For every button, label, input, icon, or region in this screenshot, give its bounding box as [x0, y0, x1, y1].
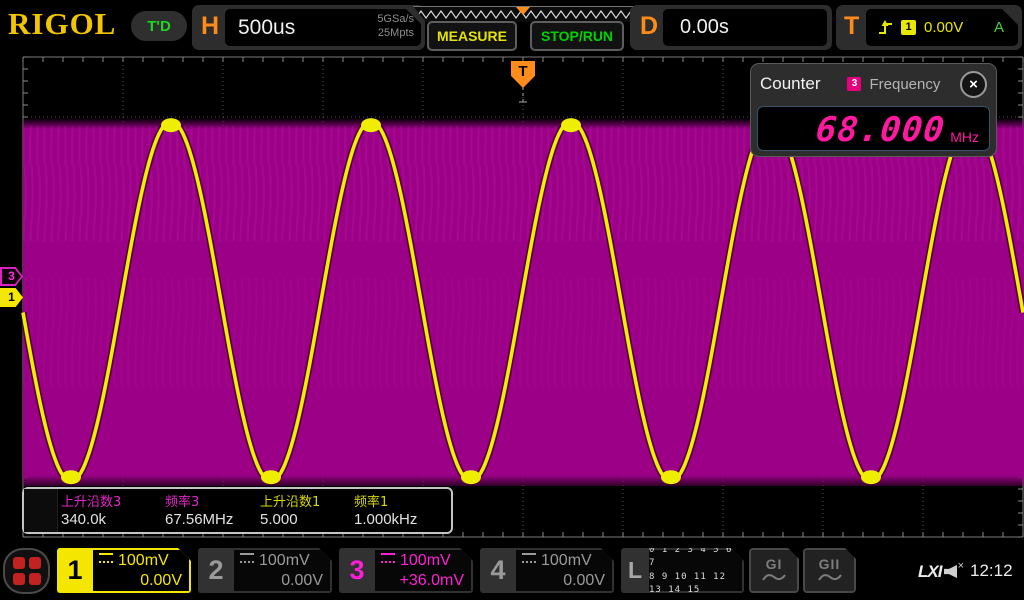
channel-values: 100mV 0.00V	[234, 550, 330, 591]
trigger-sweep-mode: A	[994, 19, 1004, 36]
dc-coupling-icon	[240, 553, 254, 563]
stop-run-button[interactable]: STOP/RUN	[530, 21, 624, 51]
measurement-item: 上升沿数3 340.0k	[58, 489, 162, 532]
logic-analyzer-label: L	[621, 548, 649, 593]
generator-1-label: GI	[766, 557, 783, 571]
menu-button[interactable]	[3, 548, 50, 594]
counter-value: 68.000	[815, 113, 947, 147]
window-position-marker-icon	[516, 7, 530, 15]
measurement-item: 频率3 67.56MHz	[162, 489, 257, 532]
channel-scale: 100mV	[259, 552, 310, 569]
rigol-logo: RIGOL	[8, 6, 116, 42]
digital-channels-row1: 0 1 2 3 4 5 6 7	[649, 544, 742, 571]
channel-number: 2	[198, 548, 234, 593]
dc-coupling-icon	[99, 553, 113, 563]
counter-mode: Frequency	[869, 76, 940, 93]
horizontal-label: H	[201, 12, 219, 41]
oscilloscope-screen: RIGOL T'D H 500us 5GSa/s 25Mpts MEASURE …	[0, 0, 1024, 600]
measurement-panel[interactable]: 上升沿数3 340.0k 频率3 67.56MHz 上升沿数1 5.000 频率…	[22, 487, 453, 534]
memory-depth: 25Mpts	[377, 26, 414, 40]
measurement-value: 1.000kHz	[354, 511, 450, 528]
measurement-item: 频率1 1.000kHz	[351, 489, 450, 532]
channel-scale: 100mV	[400, 552, 451, 569]
channel-scale: 100mV	[118, 552, 169, 569]
lxi-logo: LXI	[918, 562, 941, 582]
counter-display: 68.000 MHz	[757, 106, 990, 151]
sine-wave-icon	[817, 571, 843, 584]
channel-values: 100mV 0.00V	[516, 550, 612, 591]
timebase-box: 500us 5GSa/s 25Mpts	[225, 9, 421, 46]
delay-value: 0.00s	[680, 16, 729, 39]
generator-2-box[interactable]: GII	[803, 548, 856, 593]
channel-number: 4	[480, 548, 516, 593]
trigger-box: 1 0.00V A	[866, 9, 1018, 46]
measurement-item: 上升沿数1 5.000	[257, 489, 351, 532]
channel-3-box[interactable]: 3 100mV +36.0mV	[339, 548, 473, 593]
channel-offset: 0.00V	[99, 572, 182, 590]
speaker-mute-x: ×	[958, 560, 964, 572]
system-clock: 12:12	[970, 561, 1013, 581]
measurement-value: 340.0k	[61, 511, 162, 528]
counter-source-badge: 3	[847, 77, 861, 91]
delay-section[interactable]: D 0.00s	[630, 5, 832, 50]
rising-edge-icon	[878, 20, 893, 36]
counter-unit: MHz	[950, 129, 979, 147]
generator-1-box[interactable]: GI	[749, 548, 799, 593]
channel-number: 1	[57, 548, 93, 593]
delay-box: 0.00s	[663, 9, 827, 46]
dc-coupling-icon	[381, 553, 395, 563]
channel-offset: 0.00V	[522, 572, 605, 590]
trigger-section[interactable]: T 1 0.00V A	[836, 5, 1022, 50]
measure-button[interactable]: MEASURE	[427, 21, 517, 51]
trigger-source-badge: 1	[901, 20, 916, 35]
channel-values: 100mV +36.0mV	[375, 550, 471, 591]
menu-grid-icon	[13, 557, 41, 585]
channel-4-box[interactable]: 4 100mV 0.00V	[480, 548, 614, 593]
measurement-label: 频率1	[354, 491, 450, 511]
trigger-level: 0.00V	[924, 19, 963, 36]
logic-analyzer-box[interactable]: L 0 1 2 3 4 5 6 7 8 9 10 11 12 13 14 15	[621, 548, 744, 593]
measurement-value: 67.56MHz	[165, 511, 257, 528]
acquisition-info: 5GSa/s 25Mpts	[377, 12, 414, 41]
channel-number: 3	[339, 548, 375, 593]
timebase-value: 500us	[238, 16, 295, 40]
sine-wave-icon	[761, 571, 787, 584]
channel-scale: 100mV	[541, 552, 592, 569]
delay-label: D	[640, 12, 658, 41]
channel-1-box[interactable]: 1 100mV 0.00V	[57, 548, 191, 593]
generator-2-label: GII	[819, 557, 841, 571]
channel-offset: +36.0mV	[381, 572, 464, 590]
channel-values: 100mV 0.00V	[93, 550, 189, 591]
dc-coupling-icon	[522, 553, 536, 563]
channel-2-box[interactable]: 2 100mV 0.00V	[198, 548, 332, 593]
measurement-label: 上升沿数3	[61, 491, 162, 511]
close-icon[interactable]: ×	[960, 71, 987, 98]
trigger-label: T	[844, 12, 859, 41]
speaker-icon	[944, 565, 957, 578]
counter-header: Counter 3 Frequency ×	[751, 64, 996, 104]
measurement-label: 频率3	[165, 491, 257, 511]
channel-offset: 0.00V	[240, 572, 323, 590]
measurement-value: 5.000	[260, 511, 351, 528]
counter-title: Counter	[760, 74, 820, 94]
trigger-status-badge: T'D	[131, 11, 187, 41]
measurement-label: 上升沿数1	[260, 491, 351, 511]
sample-rate: 5GSa/s	[377, 12, 414, 26]
horizontal-timebase-section[interactable]: H 500us 5GSa/s 25Mpts	[192, 5, 425, 50]
counter-panel: Counter 3 Frequency × 68.000 MHz	[750, 63, 997, 157]
digital-channels-row2: 8 9 10 11 12 13 14 15	[649, 571, 742, 598]
mute-icon[interactable]: ×	[944, 562, 966, 580]
measurement-panel-handle	[24, 489, 58, 532]
digital-channel-list: 0 1 2 3 4 5 6 7 8 9 10 11 12 13 14 15	[649, 550, 742, 591]
